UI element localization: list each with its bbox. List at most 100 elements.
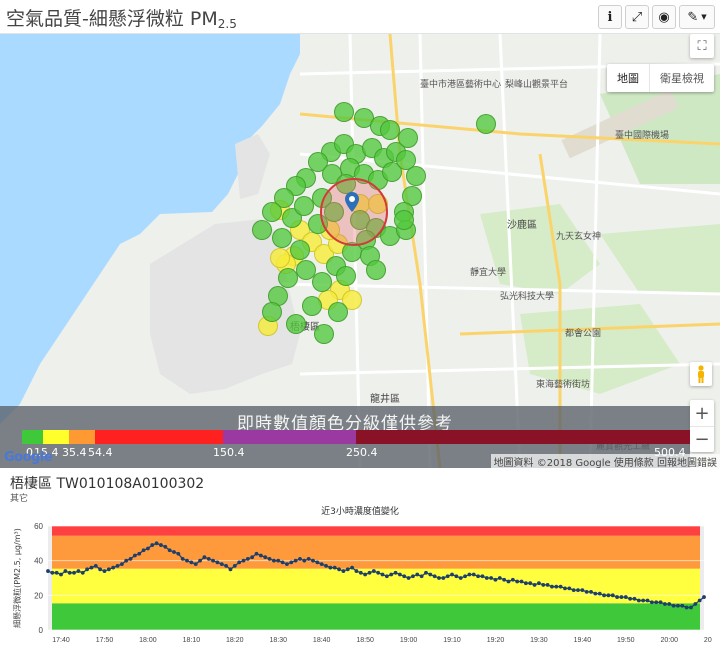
data-point[interactable] (206, 557, 211, 561)
station-marker[interactable] (272, 228, 292, 248)
data-point[interactable] (645, 598, 650, 603)
data-point[interactable] (580, 588, 585, 593)
data-point[interactable] (146, 546, 150, 551)
data-point[interactable] (363, 572, 368, 577)
data-point[interactable] (467, 572, 472, 577)
station-marker[interactable] (286, 314, 306, 334)
globe-button[interactable]: ◉ (652, 5, 676, 29)
data-point[interactable] (215, 560, 220, 565)
data-point[interactable] (419, 574, 424, 579)
data-point[interactable] (319, 562, 324, 567)
data-point[interactable] (293, 558, 298, 563)
data-point[interactable] (545, 583, 550, 587)
data-point[interactable] (328, 565, 333, 570)
station-marker[interactable] (252, 220, 272, 240)
data-point[interactable] (93, 563, 98, 568)
data-point[interactable] (185, 558, 189, 563)
data-point[interactable] (306, 557, 311, 561)
data-point[interactable] (154, 541, 159, 546)
station-marker[interactable] (294, 196, 314, 216)
data-point[interactable] (502, 577, 507, 582)
data-point[interactable] (345, 567, 350, 572)
data-point[interactable] (211, 558, 215, 563)
station-marker[interactable] (398, 128, 418, 148)
station-marker[interactable] (270, 248, 290, 268)
data-point[interactable] (597, 591, 602, 596)
data-point[interactable] (576, 588, 580, 593)
data-point[interactable] (541, 583, 546, 587)
data-point[interactable] (458, 576, 463, 580)
data-point[interactable] (128, 557, 133, 561)
data-point[interactable] (450, 572, 454, 577)
data-point[interactable] (371, 569, 376, 573)
data-point[interactable] (315, 560, 320, 565)
data-point[interactable] (254, 551, 259, 556)
station-marker[interactable] (278, 268, 298, 288)
data-point[interactable] (219, 562, 224, 567)
data-point[interactable] (497, 576, 502, 580)
station-marker[interactable] (380, 120, 400, 140)
data-point[interactable] (380, 572, 385, 577)
data-point[interactable] (558, 584, 563, 589)
data-point[interactable] (167, 548, 172, 553)
zoom-in-button[interactable]: + (690, 400, 714, 426)
data-point[interactable] (428, 572, 433, 577)
data-point[interactable] (610, 593, 615, 598)
data-point[interactable] (341, 569, 346, 573)
station-marker[interactable] (312, 272, 332, 292)
data-point[interactable] (324, 563, 328, 568)
data-point[interactable] (424, 570, 428, 575)
data-point[interactable] (354, 569, 359, 573)
data-point[interactable] (367, 570, 372, 575)
data-point[interactable] (393, 570, 398, 575)
data-point[interactable] (263, 555, 268, 560)
data-point[interactable] (523, 581, 528, 586)
data-point[interactable] (63, 569, 68, 573)
data-point[interactable] (658, 600, 663, 605)
data-point[interactable] (463, 574, 467, 579)
data-point[interactable] (397, 572, 402, 577)
data-point[interactable] (193, 562, 198, 567)
data-point[interactable] (311, 558, 315, 563)
data-point[interactable] (680, 603, 685, 608)
data-point[interactable] (198, 558, 202, 563)
data-point[interactable] (150, 543, 155, 547)
data-point[interactable] (697, 598, 702, 603)
map-type-map[interactable]: 地圖 (607, 64, 649, 92)
data-point[interactable] (302, 558, 307, 563)
data-point[interactable] (480, 574, 485, 579)
data-point[interactable] (276, 558, 281, 563)
data-point[interactable] (649, 600, 654, 605)
zoom-out-button[interactable]: − (690, 426, 714, 452)
data-point[interactable] (332, 565, 337, 570)
data-point[interactable] (628, 596, 633, 601)
data-point[interactable] (350, 565, 355, 570)
data-point[interactable] (132, 553, 137, 558)
data-point[interactable] (245, 557, 250, 561)
data-point[interactable] (406, 576, 411, 580)
map-type-satellite[interactable]: 衛星檢視 (649, 64, 714, 92)
data-point[interactable] (59, 572, 63, 577)
data-point[interactable] (432, 574, 437, 579)
data-point[interactable] (376, 570, 381, 575)
data-point[interactable] (532, 583, 537, 587)
data-point[interactable] (563, 586, 567, 591)
data-point[interactable] (567, 586, 572, 591)
data-point[interactable] (76, 569, 81, 573)
data-point[interactable] (85, 567, 89, 572)
data-point[interactable] (493, 577, 498, 582)
station-marker[interactable] (290, 240, 310, 260)
fullscreen-button[interactable]: ⤢ (625, 5, 649, 29)
station-marker[interactable] (366, 260, 386, 280)
data-point[interactable] (250, 555, 255, 560)
data-point[interactable] (224, 563, 229, 568)
station-marker[interactable] (334, 102, 354, 122)
data-point[interactable] (584, 589, 589, 594)
station-marker[interactable] (296, 260, 316, 280)
data-point[interactable] (550, 584, 554, 589)
data-point[interactable] (415, 572, 420, 577)
data-point[interactable] (106, 567, 111, 572)
data-point[interactable] (72, 570, 76, 575)
data-point[interactable] (510, 577, 515, 582)
data-point[interactable] (619, 595, 624, 599)
